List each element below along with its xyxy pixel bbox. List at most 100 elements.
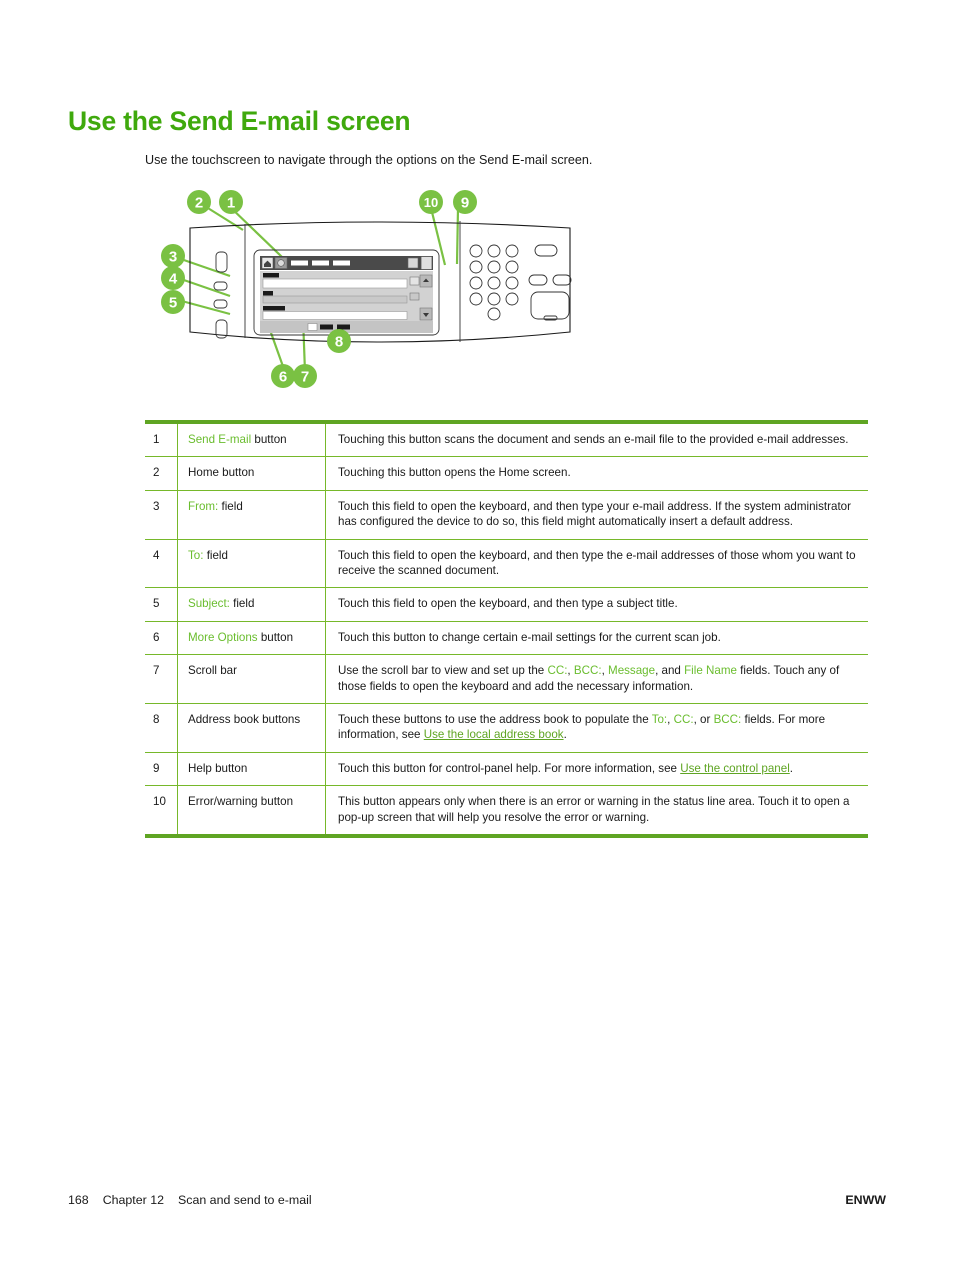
callout-10: 10	[419, 190, 443, 214]
inline-term: To:	[651, 713, 668, 727]
feature-term: From:	[188, 499, 219, 513]
footer-right: ENWW	[845, 1193, 886, 1207]
address-book-button-to	[409, 276, 420, 286]
callout-8: 8	[327, 329, 351, 353]
svg-text:4: 4	[169, 271, 178, 288]
callout-6: 6	[271, 364, 295, 388]
subject-field	[262, 311, 408, 320]
page-title: Use the Send E-mail screen	[68, 105, 411, 136]
address-book-button-cc	[409, 292, 420, 301]
stop-button	[528, 274, 548, 286]
callout-5: 5	[161, 290, 185, 314]
row-feature-name: Error/warning button	[177, 785, 326, 837]
feature-term: Send E-mail	[188, 433, 252, 446]
row-number: 5	[145, 587, 178, 622]
row-feature-name: Home button	[177, 456, 326, 491]
table-row: 5 Subject: field Touch this field to open …	[145, 587, 868, 622]
row-feature-name: Help button	[177, 752, 326, 787]
inline-term: BCC:	[573, 664, 602, 678]
row-feature-name: From: field	[177, 490, 326, 540]
table-body: 1 Send E-mail button Touching this button …	[145, 422, 868, 837]
svg-text:9: 9	[461, 195, 469, 212]
callout-7: 7	[293, 364, 317, 388]
row-description: Touch this field to open the keyboard, a…	[325, 490, 868, 540]
row-description: Touch this field to open the keyboard, a…	[325, 539, 868, 589]
table-row: 2 Home button Touching this button opens t…	[145, 456, 868, 491]
row-feature-name: Address book buttons	[177, 703, 326, 753]
svg-text:7: 7	[301, 369, 309, 386]
row-description: Touch these buttons to use the address b…	[325, 703, 868, 753]
callout-4: 4	[161, 266, 185, 290]
row-number: 8	[145, 703, 178, 753]
document-page: Use the Send E-mail screen Use the touch…	[0, 0, 954, 1270]
feature-term: More Options	[188, 630, 258, 644]
row-description: Touch this field to open the keyboard, a…	[325, 587, 868, 622]
table-row: 9 Help button Touch this button for contro…	[145, 752, 868, 787]
row-description: This button appears only when there is a…	[338, 795, 850, 824]
row-number: 1	[145, 422, 178, 458]
row-feature-name: Send E-mail button	[177, 422, 326, 458]
help-button	[420, 256, 433, 270]
feature-term: Subject:	[188, 597, 230, 611]
control-panel-figure: .ol { fill:none; stroke:#1a1a1a; stroke-…	[150, 180, 600, 400]
callout-3: 3	[161, 244, 185, 268]
callout-1: 1	[219, 190, 243, 214]
table-row: 8 Address book buttons Touch these buttons…	[145, 703, 868, 753]
row-description: Touch this button to change certain e-ma…	[325, 621, 868, 656]
callout-reference-table: 1 Send E-mail button Touching this button …	[145, 420, 868, 839]
reset-button	[534, 244, 558, 257]
footer-left: 168 Chapter 12 Scan and send to e-mail	[68, 1193, 312, 1207]
footer-chapter-title: Scan and send to e-mail	[178, 1193, 312, 1207]
callout-2: 2	[187, 190, 211, 214]
footer-chapter: Chapter 12	[102, 1193, 164, 1207]
more-options-button	[307, 323, 318, 331]
row-number: 4	[145, 539, 178, 589]
row-feature-name: Scroll bar	[177, 654, 326, 705]
svg-text:1: 1	[227, 195, 235, 212]
inline-term: File Name	[684, 664, 737, 678]
function-buttons	[528, 244, 572, 321]
table-row: 4 To: field Touch this field to open the k…	[145, 539, 868, 589]
feature-term: To:	[188, 548, 204, 562]
touchscreen	[253, 249, 440, 336]
footer-page-number: 168	[68, 1193, 89, 1207]
row-number: 2	[145, 456, 178, 491]
inline-term: CC:	[547, 664, 568, 678]
table-row: 3 From: field Touch this field to open the…	[145, 490, 868, 540]
inline-term: CC:	[673, 713, 694, 727]
row-number: 6	[145, 621, 178, 656]
row-description: Use the scroll bar to view and set up th…	[325, 654, 868, 705]
error-warning-button	[407, 257, 419, 269]
inline-term: Message	[608, 664, 656, 678]
to-field	[262, 295, 408, 304]
row-number: 7	[145, 654, 178, 705]
svg-text:5: 5	[169, 295, 177, 312]
table-row: 1 Send E-mail button Touching this button …	[145, 422, 868, 458]
intro-paragraph: Use the touchscreen to navigate through …	[145, 152, 593, 167]
row-number: 10	[153, 795, 166, 809]
from-field	[262, 278, 408, 289]
table-row: 7 Scroll bar Use the scroll bar to view an…	[145, 654, 868, 705]
inline-term: BCC:	[713, 713, 742, 727]
row-description: Touch this button for control-panel help…	[325, 752, 868, 787]
svg-text:8: 8	[335, 334, 343, 351]
svg-text:3: 3	[169, 249, 177, 266]
row-description: Touching this button opens the Home scre…	[325, 456, 868, 491]
svg-text:6: 6	[279, 369, 287, 386]
row-feature-name: Subject: field	[177, 587, 326, 622]
row-number: 3	[145, 490, 178, 540]
cross-reference-link[interactable]: Use the control panel	[680, 762, 790, 775]
table-row: 6 More Options button Touch this button to…	[145, 621, 868, 656]
callout-9: 9	[453, 190, 477, 214]
row-number: 9	[145, 752, 178, 787]
row-description: Touching this button scans the document …	[325, 422, 868, 458]
row-feature-name: To: field	[177, 539, 326, 589]
sleep-button	[530, 291, 570, 320]
svg-text:2: 2	[195, 195, 203, 212]
svg-text:10: 10	[424, 195, 438, 210]
row-feature-name: More Options button	[177, 621, 326, 656]
numeric-keypad	[469, 244, 519, 321]
start-button	[552, 274, 572, 286]
cross-reference-link[interactable]: Use the local address book	[424, 728, 564, 741]
table-row: 10 Error/warning button This button appear…	[145, 785, 868, 837]
